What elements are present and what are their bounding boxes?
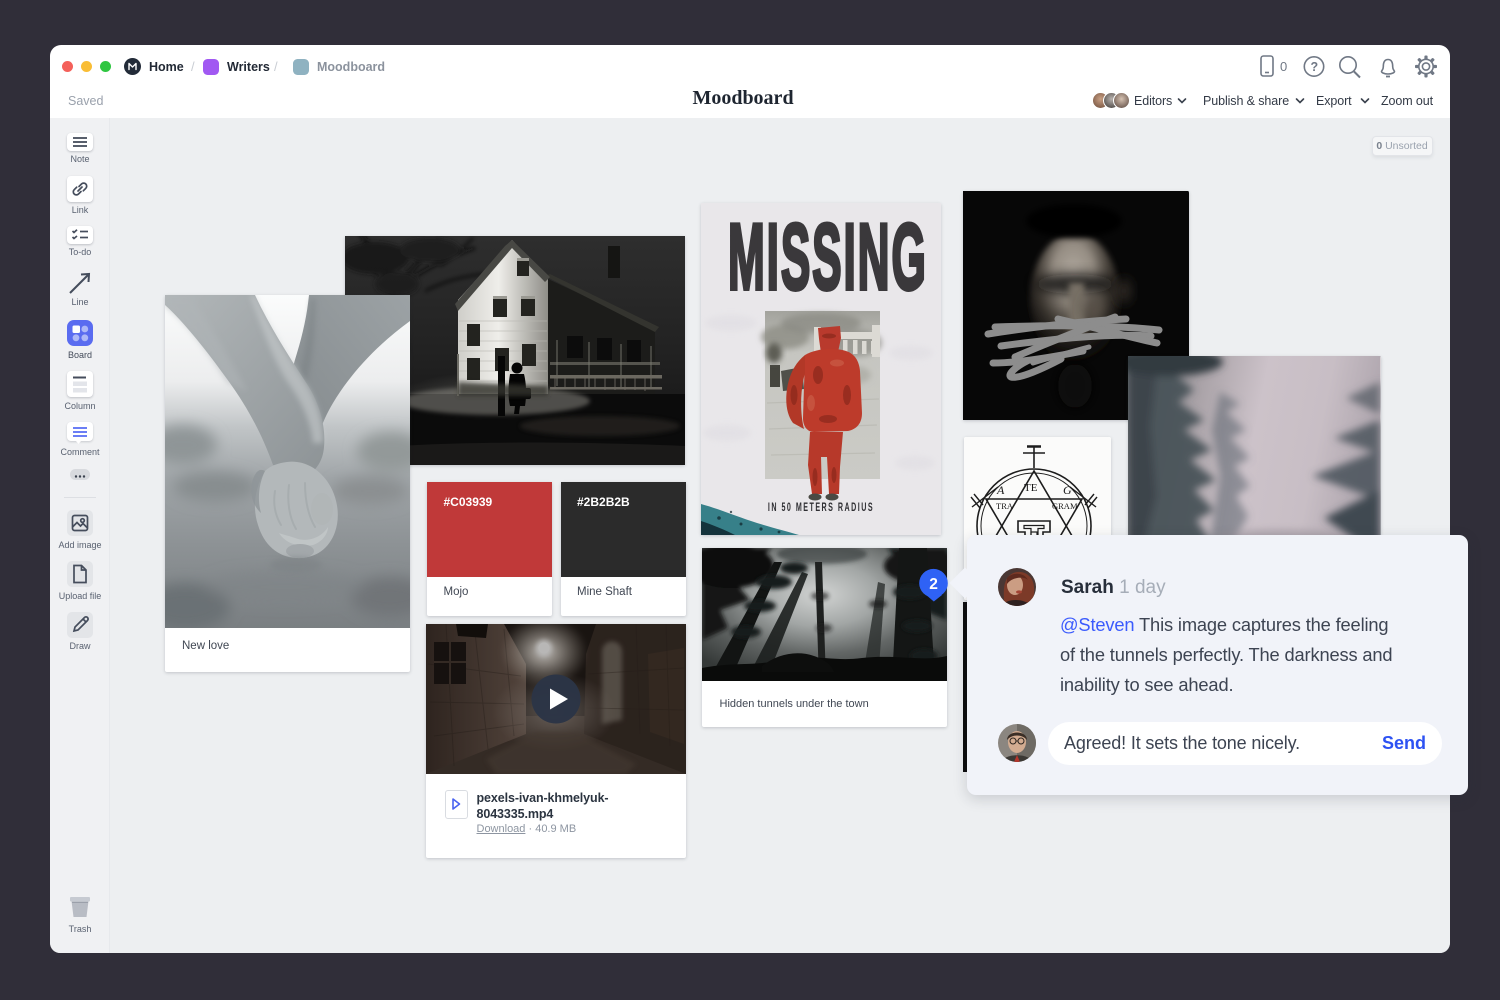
svg-text:GRAM: GRAM xyxy=(1052,501,1078,511)
svg-text:IN 50 METERS RADIUS: IN 50 METERS RADIUS xyxy=(768,501,874,514)
svg-text:MISSING: MISSING xyxy=(728,205,928,310)
svg-text:TE: TE xyxy=(1024,482,1038,494)
svg-text:0: 0 xyxy=(1280,59,1287,74)
svg-text:G: G xyxy=(1063,483,1072,497)
svg-text:TRA: TRA xyxy=(996,501,1014,511)
svg-text:?: ? xyxy=(1311,60,1319,74)
svg-text:A: A xyxy=(996,483,1005,497)
svg-text:2: 2 xyxy=(929,576,938,593)
